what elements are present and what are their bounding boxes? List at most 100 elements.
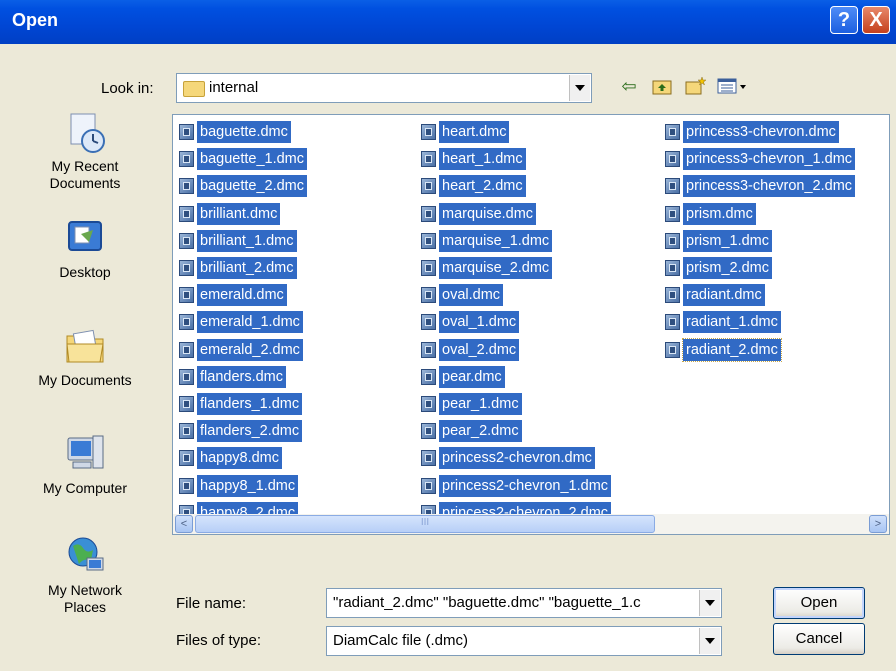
file-item[interactable]: heart_1.dmc	[421, 147, 526, 171]
file-item[interactable]: radiant_1.dmc	[665, 310, 781, 334]
recent-documents-icon	[63, 110, 107, 154]
file-name: oval_1.dmc	[439, 311, 520, 334]
file-item[interactable]: emerald_1.dmc	[179, 310, 303, 334]
file-item[interactable]: flanders_1.dmc	[179, 392, 303, 416]
file-item[interactable]: radiant.dmc	[665, 283, 765, 307]
file-list[interactable]: baguette.dmc baguette_1.dmc baguette_2.dmc…	[172, 114, 890, 535]
file-item[interactable]: flanders.dmc	[179, 365, 287, 389]
file-name: radiant.dmc	[683, 284, 765, 307]
files-of-type-select[interactable]: DiamCalc file (.dmc)	[326, 626, 722, 656]
file-item[interactable]: oval_1.dmc	[421, 310, 520, 334]
file-item[interactable]: princess2-chevron_1.dmc	[421, 474, 612, 498]
places-bar: My Recent Documents Desktop My Documents…	[10, 110, 160, 650]
chevron-down-icon[interactable]	[569, 75, 590, 101]
file-item[interactable]: radiant_2.dmc	[665, 337, 782, 362]
dmc-file-icon	[421, 124, 436, 140]
chevron-down-icon[interactable]	[699, 628, 720, 654]
file-name: brilliant.dmc	[197, 202, 281, 225]
dmc-file-icon	[421, 287, 436, 304]
chevron-down-icon[interactable]	[699, 590, 720, 616]
scroll-right-button[interactable]: >	[869, 515, 887, 533]
up-folder-icon[interactable]	[650, 74, 674, 98]
file-name: pear.dmc	[439, 365, 505, 388]
file-item[interactable]: prism_2.dmc	[665, 256, 772, 280]
file-item[interactable]: prism.dmc	[665, 202, 756, 226]
file-item[interactable]: princess2-chevron.dmc	[421, 446, 595, 470]
file-item[interactable]: happy8_1.dmc	[179, 474, 299, 498]
file-item[interactable]: happy8.dmc	[179, 446, 282, 470]
file-item[interactable]: pear.dmc	[421, 365, 505, 389]
scroll-left-button[interactable]: <	[175, 515, 193, 533]
place-my-documents[interactable]: My Documents	[10, 324, 160, 389]
file-item[interactable]: heart.dmc	[421, 120, 510, 144]
dmc-file-icon	[179, 477, 194, 494]
place-recent-documents[interactable]: My Recent Documents	[10, 110, 160, 192]
dmc-file-icon	[665, 178, 680, 195]
file-name: flanders_2.dmc	[197, 420, 303, 443]
place-my-computer[interactable]: My Computer	[10, 432, 160, 497]
file-item[interactable]: baguette_1.dmc	[179, 147, 307, 171]
file-name-input[interactable]: "radiant_2.dmc" "baguette.dmc" "baguette…	[326, 588, 722, 618]
file-name: brilliant_1.dmc	[197, 229, 297, 252]
file-item[interactable]: oval.dmc	[421, 283, 504, 307]
dmc-file-icon	[421, 205, 436, 222]
file-name: baguette_1.dmc	[197, 148, 307, 171]
place-network[interactable]: My Network Places	[10, 534, 160, 616]
files-of-type-value: DiamCalc file (.dmc)	[333, 632, 469, 649]
dmc-file-icon	[179, 205, 194, 222]
network-places-icon	[63, 534, 107, 578]
file-item[interactable]: flanders_2.dmc	[179, 419, 303, 443]
file-item[interactable]: brilliant.dmc	[179, 202, 281, 226]
scroll-thumb[interactable]: III	[195, 515, 655, 533]
dmc-file-icon	[665, 287, 680, 304]
file-name: princess2-chevron.dmc	[439, 447, 595, 470]
file-item[interactable]: marquise_1.dmc	[421, 229, 553, 253]
place-label-line: My Documents	[38, 372, 132, 388]
cancel-button[interactable]: Cancel	[773, 623, 865, 655]
file-name: princess3-chevron_1.dmc	[683, 148, 856, 171]
look-in-value: internal	[209, 79, 259, 96]
file-name: heart.dmc	[439, 121, 510, 143]
file-item[interactable]: brilliant_1.dmc	[179, 229, 297, 253]
file-name: pear_1.dmc	[439, 393, 522, 415]
file-name: marquise_2.dmc	[439, 257, 553, 279]
file-name: brilliant_2.dmc	[197, 257, 297, 279]
file-item[interactable]: baguette_2.dmc	[179, 174, 307, 198]
file-item[interactable]: pear_2.dmc	[421, 419, 522, 443]
file-item[interactable]: brilliant_2.dmc	[179, 256, 297, 280]
place-label-line: Places	[63, 599, 107, 615]
file-item[interactable]: marquise.dmc	[421, 202, 537, 226]
dmc-file-icon	[179, 341, 194, 358]
file-item[interactable]: heart_2.dmc	[421, 174, 526, 198]
file-item[interactable]: baguette.dmc	[179, 120, 291, 144]
file-name: happy8_1.dmc	[197, 474, 299, 497]
file-item[interactable]: oval_2.dmc	[421, 338, 520, 362]
new-folder-icon[interactable]	[684, 74, 708, 98]
file-item[interactable]: princess3-chevron.dmc	[665, 120, 839, 144]
file-name: princess3-chevron_2.dmc	[683, 175, 856, 198]
horizontal-scrollbar[interactable]: < III >	[173, 514, 889, 534]
file-item[interactable]: princess3-chevron_2.dmc	[665, 174, 856, 198]
back-icon[interactable]: ⇦	[617, 74, 641, 98]
open-button[interactable]: Open	[773, 587, 865, 619]
file-item[interactable]: marquise_2.dmc	[421, 256, 553, 280]
file-item[interactable]: pear_1.dmc	[421, 392, 522, 416]
file-name: heart_2.dmc	[439, 175, 526, 198]
place-desktop[interactable]: Desktop	[10, 216, 160, 281]
file-item[interactable]: emerald.dmc	[179, 283, 287, 307]
look-in-dropdown[interactable]: internal	[176, 73, 592, 103]
help-button[interactable]: ?	[830, 6, 858, 34]
dmc-file-icon	[179, 178, 194, 195]
view-menu-icon[interactable]	[716, 74, 750, 98]
file-item[interactable]: emerald_2.dmc	[179, 338, 303, 362]
file-name: emerald_2.dmc	[197, 338, 303, 361]
window-title: Open	[12, 10, 59, 30]
close-button[interactable]: X	[862, 6, 890, 34]
dmc-file-icon	[179, 314, 194, 331]
files-of-type-label: Files of type:	[176, 632, 262, 649]
dmc-file-icon	[179, 423, 194, 440]
file-name-label: File name:	[176, 595, 247, 612]
file-item[interactable]: princess3-chevron_1.dmc	[665, 147, 856, 171]
file-item[interactable]: prism_1.dmc	[665, 229, 772, 253]
dmc-file-icon	[665, 124, 680, 140]
